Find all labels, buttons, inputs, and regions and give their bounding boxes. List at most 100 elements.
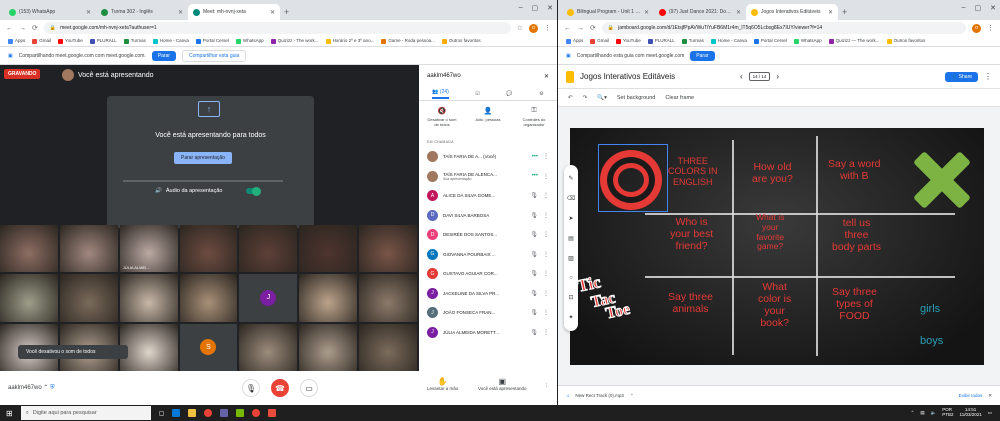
mic-off-icon[interactable]: 🎙: [530, 290, 538, 297]
stop-sharing-button[interactable]: Parar: [690, 50, 715, 61]
close-tab-icon[interactable]: ✕: [644, 9, 649, 16]
presenting-button[interactable]: ▣ Você está apresentando: [478, 377, 527, 391]
chevron-up-icon[interactable]: ⌃: [43, 385, 48, 391]
bookmark-item[interactable]: Portal Cersel: [195, 38, 229, 44]
eraser-icon[interactable]: ⌫: [567, 195, 575, 202]
participant-row[interactable]: TAÍS FARIA DE ALENCA... Sua apresentação •…: [419, 167, 557, 187]
chrome-icon[interactable]: [204, 409, 213, 417]
frame-counter[interactable]: 14 / 14: [748, 72, 771, 81]
mic-off-icon[interactable]: 🎙: [530, 309, 538, 316]
bookmark-item[interactable]: YouTube: [616, 38, 641, 44]
set-background-button[interactable]: Set background: [617, 95, 656, 101]
participant-row[interactable]: G GUSTAVO AGUIAR COR... 🎙 ⋮: [419, 264, 557, 284]
windows-start-icon[interactable]: ⊞: [6, 409, 13, 418]
minimize-icon[interactable]: –: [962, 4, 966, 12]
more-options-icon[interactable]: ⋮: [543, 192, 549, 199]
bookmark-item[interactable]: Game - Roda pessoa...: [381, 38, 435, 44]
participant-tile[interactable]: S: [179, 323, 238, 371]
more-icon[interactable]: ⋮: [984, 72, 992, 81]
bookmark-item[interactable]: Apps: [566, 38, 583, 44]
url-field[interactable]: 🔒 jamboard.google.com/d/1EtsjfPpAVWuTiYuF…: [601, 22, 966, 34]
stop-presenting-button[interactable]: Parar apresentação: [174, 152, 232, 164]
participant-tile[interactable]: [119, 274, 178, 322]
clear-frame-button[interactable]: Clear frame: [665, 95, 694, 101]
more-options-icon[interactable]: ⋮: [543, 309, 549, 316]
participant-row[interactable]: D DAVI SILVA BARBOSA 🎙 ⋮: [419, 206, 557, 226]
camera-button[interactable]: ▭: [300, 379, 318, 397]
browser-tab[interactable]: Turma 302 - Inglês ✕: [96, 4, 188, 20]
close-window-icon[interactable]: ✕: [990, 4, 996, 12]
bookmark-item[interactable]: PLURALL: [89, 38, 117, 44]
participant-row[interactable]: TAÍS FARIA DE A... (Você) ••• ⋮: [419, 147, 557, 167]
laser-icon[interactable]: ✦: [568, 314, 573, 321]
close-tab-icon[interactable]: ✕: [736, 9, 741, 16]
pin-icon[interactable]: •••: [532, 173, 538, 179]
image-icon[interactable]: ▨: [568, 255, 574, 262]
more-options-icon[interactable]: ⋮: [544, 383, 549, 389]
close-tab-icon[interactable]: ✕: [86, 9, 91, 16]
participant-tile[interactable]: [119, 323, 178, 371]
close-tab-icon[interactable]: ✕: [828, 9, 833, 16]
bookmark-item[interactable]: YouTube: [58, 38, 83, 44]
more-options-icon[interactable]: ⋮: [543, 270, 549, 277]
participant-tile[interactable]: [59, 225, 118, 273]
more-options-icon[interactable]: ⋮: [543, 251, 549, 258]
pin-icon[interactable]: •••: [532, 154, 538, 160]
reload-icon[interactable]: ⟳: [590, 24, 596, 32]
tab-chat[interactable]: 💬: [506, 91, 512, 97]
more-options-icon[interactable]: ⋮: [543, 212, 549, 219]
prev-frame-icon[interactable]: ‹: [740, 72, 743, 81]
menu-icon[interactable]: ⋮: [544, 24, 551, 32]
participant-row[interactable]: J JACKELINE DA SILVA PR... 🎙 ⋮: [419, 284, 557, 304]
participant-row[interactable]: A ALICE DA SILVA GOME... 🎙 ⋮: [419, 186, 557, 206]
participant-tile[interactable]: [359, 225, 417, 273]
participant-tile[interactable]: [0, 274, 58, 322]
more-options-icon[interactable]: ⋮: [543, 173, 549, 180]
chevron-up-icon[interactable]: ⌃: [630, 393, 634, 399]
bookmark-item[interactable]: Quizizz — The work...: [828, 38, 880, 44]
more-options-icon[interactable]: ⋮: [543, 290, 549, 297]
language-indicator[interactable]: POR PTB2: [942, 407, 953, 418]
mic-off-icon[interactable]: 🎙: [530, 192, 538, 199]
participant-tile[interactable]: [239, 225, 298, 273]
browser-tab[interactable]: (153) WhatsApp ✕: [4, 4, 96, 20]
back-icon[interactable]: ←: [564, 25, 571, 32]
participant-tile[interactable]: JÚLIA ALMEI...: [119, 225, 178, 273]
bookmark-item[interactable]: WhatsApp: [793, 38, 822, 44]
profile-avatar[interactable]: o: [529, 23, 538, 33]
maximize-icon[interactable]: ▢: [975, 4, 982, 12]
audio-volume-slider[interactable]: [123, 180, 283, 182]
participant-tile[interactable]: [359, 274, 417, 322]
raise-hand-button[interactable]: ✋ Levantar a mão: [427, 377, 458, 391]
participant-row[interactable]: J JÚLIA ALMEIDA MORETT... 🎙 ⋮: [419, 323, 557, 343]
app-icon[interactable]: [268, 409, 277, 417]
profile-avatar[interactable]: o: [972, 23, 981, 33]
participant-tile[interactable]: [59, 274, 118, 322]
sticky-note-icon[interactable]: ▤: [568, 235, 574, 242]
bookmark-item[interactable]: Outros favoritos: [886, 38, 925, 44]
minimize-icon[interactable]: –: [519, 4, 523, 12]
participant-tile[interactable]: [179, 225, 238, 273]
maximize-icon[interactable]: ▢: [532, 4, 539, 12]
bookmark-item[interactable]: Portal Cersel: [753, 38, 787, 44]
text-box-icon[interactable]: ⊡: [568, 294, 573, 301]
tab-chat-check[interactable]: ☑: [475, 91, 479, 97]
next-frame-icon[interactable]: ›: [776, 72, 779, 81]
bookmark-item[interactable]: Turmas: [123, 38, 146, 44]
bookmark-item[interactable]: Quizizz - The work...: [270, 38, 319, 44]
bookmark-item[interactable]: Outros favoritos: [441, 38, 481, 44]
participant-tile[interactable]: [299, 225, 358, 273]
participant-tile[interactable]: [239, 323, 298, 371]
close-panel-icon[interactable]: ✕: [544, 73, 549, 80]
close-tab-icon[interactable]: ✕: [270, 9, 275, 16]
redo-icon[interactable]: ↷: [583, 95, 588, 101]
menu-icon[interactable]: ⋮: [987, 24, 994, 32]
task-view-icon[interactable]: ▢: [159, 410, 165, 417]
participant-tile[interactable]: [179, 274, 238, 322]
select-icon[interactable]: ➤: [568, 215, 573, 222]
mic-off-icon[interactable]: 🎙: [530, 231, 538, 238]
network-icon[interactable]: ▤: [920, 410, 924, 416]
mic-off-icon[interactable]: 🎙: [530, 329, 538, 336]
browser-tab[interactable]: Meet: mh-nvnj-xeta ✕: [188, 4, 280, 20]
bookmark-item[interactable]: Gmail: [32, 38, 51, 44]
